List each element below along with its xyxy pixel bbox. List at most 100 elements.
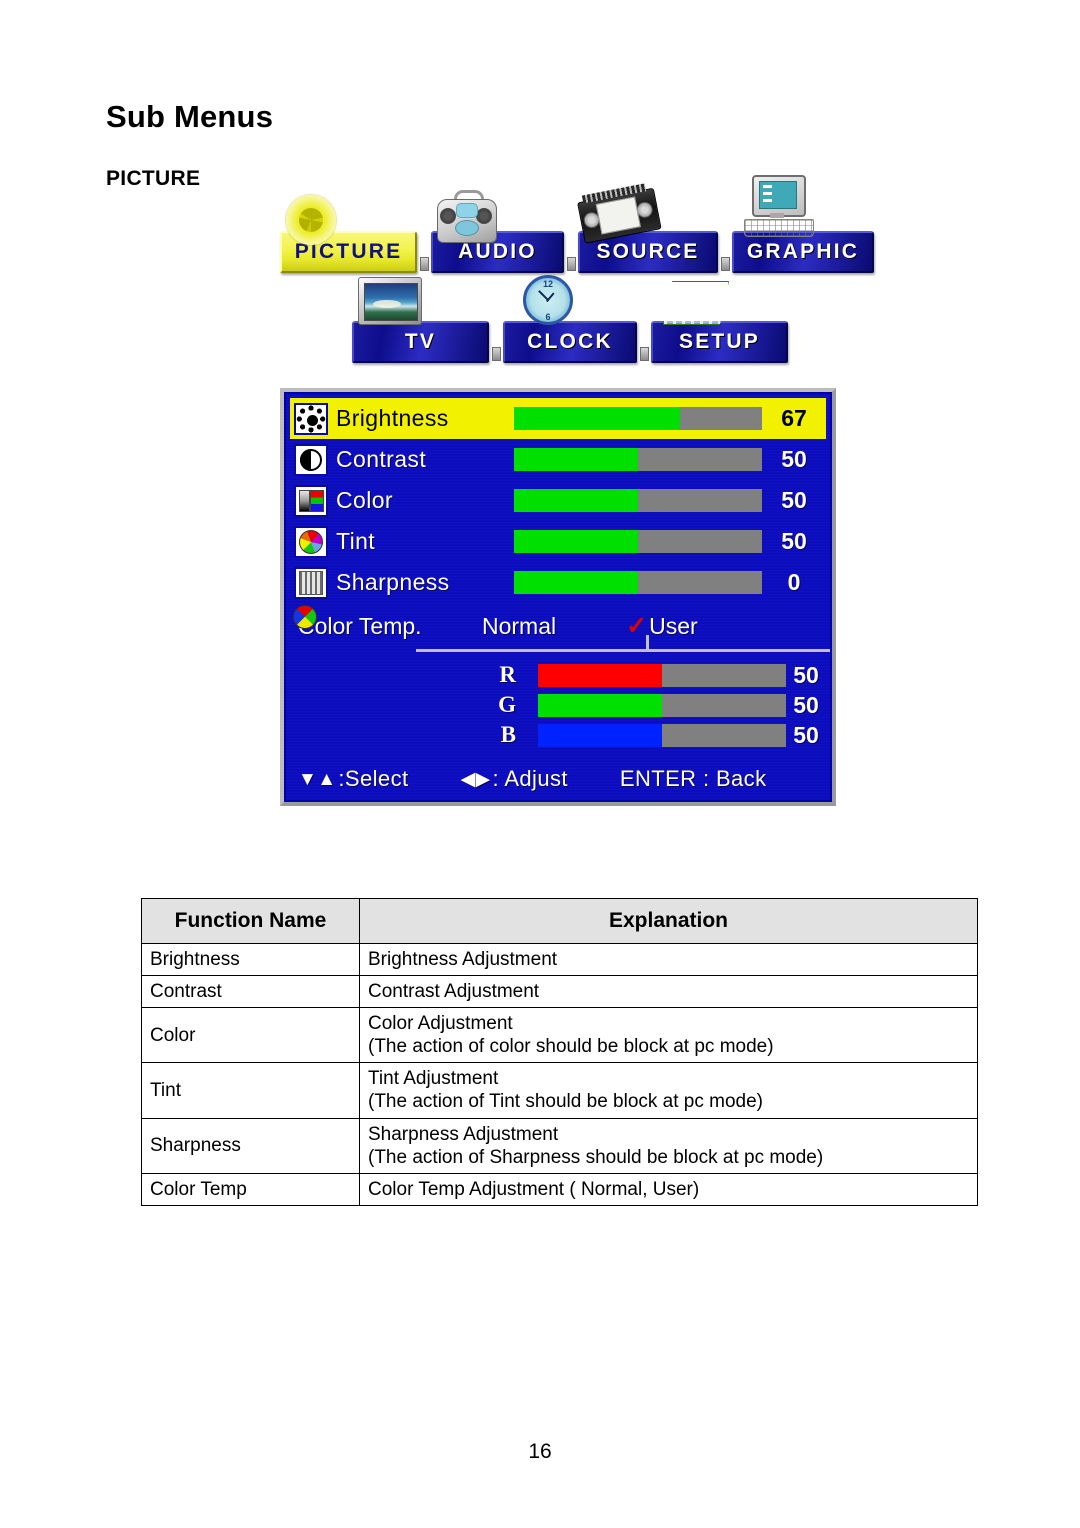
osd-row-color-temp-label: Color Temp.	[298, 612, 422, 639]
sharpness-slider[interactable]	[514, 571, 762, 594]
table-cell-function-name: Color Temp	[141, 1172, 360, 1207]
osd-tab-picture[interactable]: PICTURE	[280, 195, 417, 273]
table-header-function-name: Function Name	[141, 898, 360, 944]
tab-separator	[567, 257, 576, 271]
red-value: 50	[793, 661, 819, 688]
osd-tab-source-label: SOURCE	[596, 240, 700, 263]
osd-tab-row-secondary: TV 12 6 CLOCK SETUP	[352, 275, 791, 363]
osd-tab-source[interactable]: SOURCE	[577, 183, 718, 273]
table-cell-function-name: Contrast	[141, 974, 360, 1008]
table-cell-explanation: Sharpness Adjustment (The action of Shar…	[359, 1117, 978, 1174]
hint-select-label: :Select	[338, 766, 409, 791]
osd-tab-audio-label: AUDIO	[458, 240, 537, 263]
osd-tab-tv[interactable]: TV	[352, 277, 489, 363]
color-wheel-icon	[294, 525, 328, 558]
table-cell-explanation: Contrast Adjustment	[359, 974, 978, 1008]
table-header-row: Function Name Explanation	[141, 898, 978, 944]
explanation-line-1: Contrast Adjustment	[368, 980, 540, 1002]
osd-row-blue[interactable]: B 50	[290, 720, 826, 750]
color-temp-option-user[interactable]: ✓ User	[626, 613, 698, 640]
brightness-value: 67	[781, 405, 807, 431]
explanation-line-1: Brightness Adjustment	[368, 948, 558, 970]
osd-row-sharpness[interactable]: Sharpness 0	[290, 562, 826, 603]
osd-mockup: PICTURE AUDIO SOURCE GRAPHIC TV 12 6 CLO…	[266, 175, 874, 813]
hint-back-label: ENTER : Back	[619, 766, 767, 791]
sharpness-slider-fill	[514, 571, 638, 594]
brightness-icon	[294, 402, 328, 435]
select-arrows-icon: ▼▲	[298, 768, 337, 790]
color-slider[interactable]	[514, 489, 762, 512]
clock-icon: 12 6	[523, 275, 573, 325]
green-slider-fill	[538, 693, 662, 717]
table-cell-function-name: Brightness	[141, 942, 360, 976]
osd-row-contrast[interactable]: Contrast 50	[290, 439, 826, 480]
osd-row-brightness[interactable]: Brightness 67	[290, 398, 826, 439]
osd-tab-clock-label: CLOCK	[527, 330, 613, 353]
osd-tab-audio[interactable]: AUDIO	[431, 190, 564, 273]
table-cell-function-name: Sharpness	[141, 1117, 360, 1174]
check-icon: ✓	[626, 611, 648, 640]
function-table: Function Name Explanation Brightness Bri…	[141, 898, 978, 1207]
computer-monitor-icon	[744, 175, 814, 239]
osd-row-color[interactable]: Color 50	[290, 480, 826, 521]
table-row: Sharpness Sharpness Adjustment (The acti…	[141, 1117, 978, 1174]
brightness-slider[interactable]	[514, 407, 762, 430]
color-temp-option-user-label: User	[649, 612, 698, 639]
green-channel-label: G	[498, 692, 516, 717]
osd-row-color-temp[interactable]: Color Temp. Normal ✓ User	[290, 603, 826, 649]
tint-slider-fill	[514, 530, 638, 553]
explanation-line-2: (The action of Sharpness should be block…	[368, 1146, 824, 1168]
red-slider[interactable]	[538, 663, 786, 687]
osd-row-sharpness-label: Sharpness	[336, 569, 450, 595]
osd-tab-picture-label: PICTURE	[294, 240, 403, 263]
color-temp-option-normal[interactable]: Normal	[482, 613, 556, 640]
tab-separator	[420, 257, 429, 271]
tab-separator	[721, 257, 730, 271]
osd-row-green[interactable]: G 50	[290, 690, 826, 720]
osd-tab-setup-label: SETUP	[678, 330, 760, 353]
osd-row-red[interactable]: R 50	[290, 660, 826, 690]
osd-picture-panel: Brightness 67 Contrast 50 Color 50 Tint …	[280, 388, 836, 806]
explanation-line-1: Sharpness Adjustment	[368, 1123, 559, 1145]
color-temp-option-normal-label: Normal	[482, 612, 557, 639]
contrast-icon	[294, 443, 328, 476]
keypad-icon	[663, 281, 729, 325]
osd-tab-clock[interactable]: 12 6 CLOCK	[503, 275, 637, 363]
tint-slider[interactable]	[514, 530, 762, 553]
color-temp-selection-tick	[646, 635, 649, 649]
page-number: 16	[528, 1440, 552, 1463]
tint-value: 50	[781, 528, 807, 554]
table-cell-explanation: Color Adjustment (The action of color sh…	[359, 1006, 978, 1064]
contrast-slider[interactable]	[514, 448, 762, 471]
green-slider[interactable]	[538, 693, 786, 717]
tab-separator	[640, 347, 649, 361]
grid-icon	[294, 566, 328, 599]
explanation-line-1: Color Temp Adjustment ( Normal, User)	[368, 1178, 700, 1200]
table-header-explanation: Explanation	[359, 898, 978, 944]
sharpness-value: 0	[787, 569, 801, 595]
osd-tab-setup[interactable]: SETUP	[651, 281, 788, 363]
osd-tab-row-primary: PICTURE AUDIO SOURCE GRAPHIC	[280, 175, 877, 273]
table-row: Tint Tint Adjustment (The action of Tint…	[141, 1062, 978, 1119]
osd-row-color-label: Color	[336, 487, 393, 513]
osd-tab-graphic-label: GRAPHIC	[746, 240, 860, 263]
explanation-line-2: (The action of color should be block at …	[368, 1036, 774, 1058]
red-slider-fill	[538, 663, 662, 687]
osd-tab-graphic[interactable]: GRAPHIC	[732, 175, 874, 273]
hint-adjust: ◀▶ : Adjust	[460, 766, 567, 792]
contrast-slider-fill	[514, 448, 638, 471]
adjust-arrows-icon: ◀▶	[460, 768, 491, 790]
color-temp-divider	[416, 649, 830, 652]
color-value: 50	[781, 487, 807, 513]
table-cell-function-name: Tint	[141, 1062, 360, 1119]
osd-row-contrast-label: Contrast	[336, 446, 427, 472]
green-value: 50	[793, 691, 819, 718]
table-cell-explanation: Tint Adjustment (The action of Tint shou…	[359, 1062, 978, 1119]
explanation-line-2: (The action of Tint should be block at p…	[368, 1091, 763, 1113]
osd-row-tint[interactable]: Tint 50	[290, 521, 826, 562]
contrast-value: 50	[781, 446, 807, 472]
explanation-line-1: Tint Adjustment	[368, 1068, 499, 1090]
blue-slider[interactable]	[538, 723, 786, 747]
brightness-slider-fill	[514, 407, 681, 430]
color-bars-icon	[294, 484, 328, 517]
